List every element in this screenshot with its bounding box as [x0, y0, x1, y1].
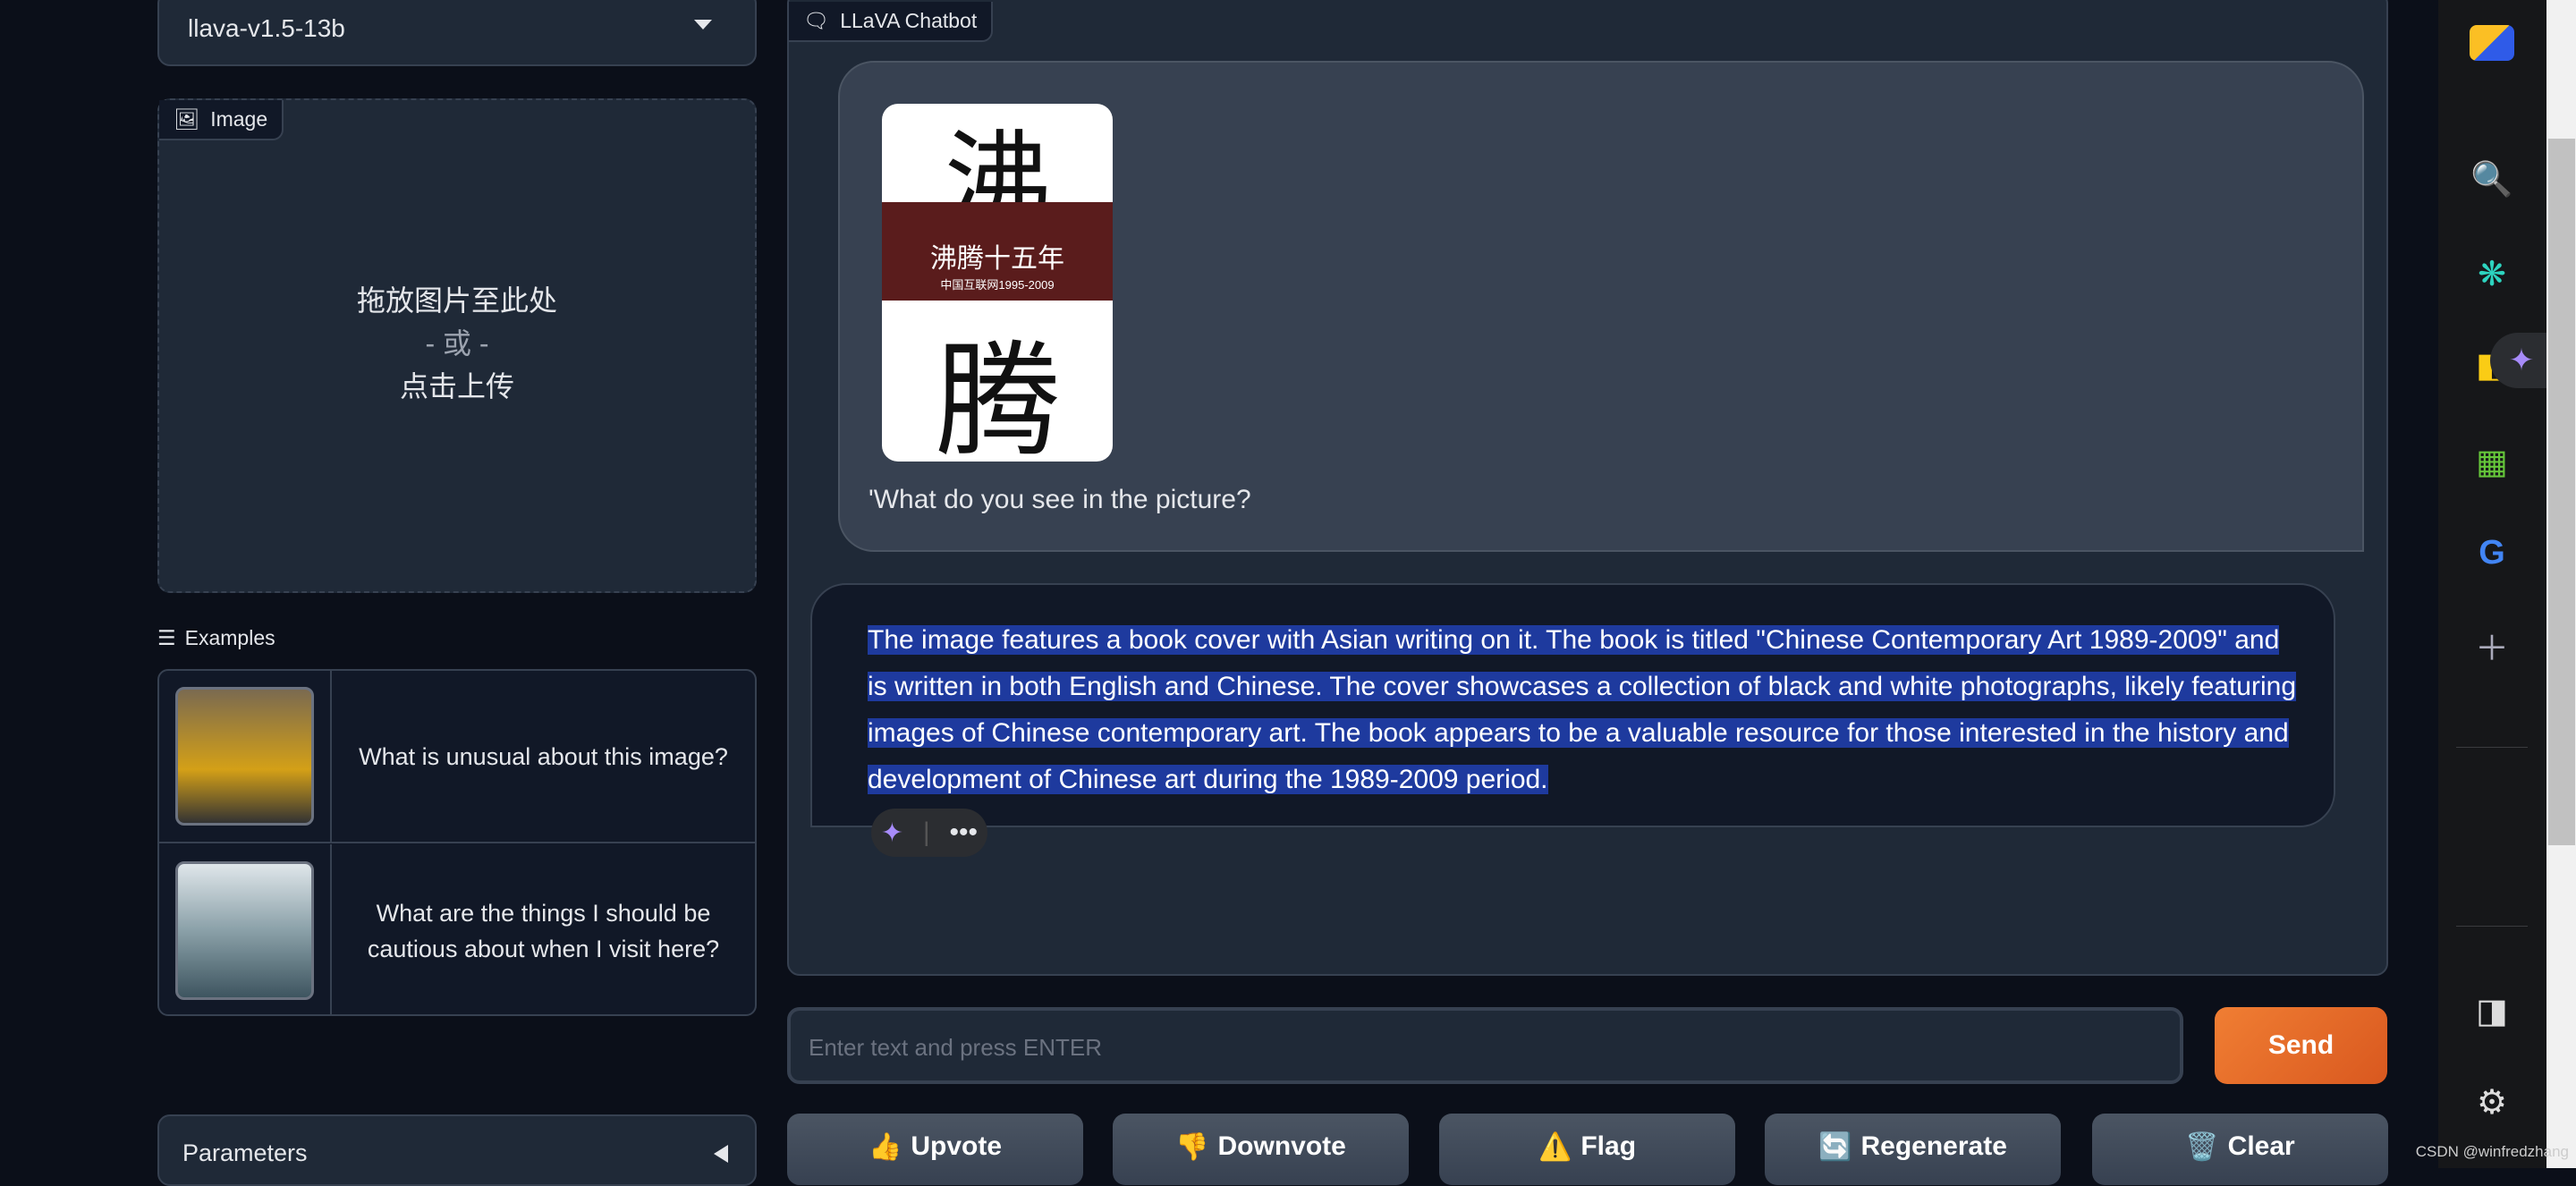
chatbot-label: 🗨 LLaVA Chatbot — [789, 2, 994, 42]
examples-table: What is unusual about this image? What a… — [157, 669, 757, 1016]
sparkle-icon[interactable]: ✦ — [881, 817, 903, 849]
refresh-icon: 🔄 — [1818, 1131, 1852, 1162]
image-label: 🖼 Image — [159, 100, 284, 140]
parameters-accordion[interactable]: Parameters — [157, 1114, 757, 1186]
flag-button[interactable]: ⚠️ Flag — [1439, 1114, 1735, 1185]
sparkle-icon[interactable]: ✦ — [2490, 333, 2553, 388]
image-upload-dropzone[interactable]: 🖼 Image 拖放图片至此处 - 或 - 点击上传 — [157, 98, 757, 593]
trash-icon: 🗑️ — [2185, 1131, 2219, 1162]
watermark: CSDN @winfredzhang — [2415, 1143, 2569, 1160]
upvote-button[interactable]: 👍 Upvote — [787, 1114, 1083, 1185]
more-icon[interactable]: ••• — [950, 817, 979, 848]
example-text: What are the things I should be cautious… — [367, 899, 720, 962]
gear-icon[interactable]: ⚙ — [2469, 1079, 2515, 1125]
example-text: What is unusual about this image? — [359, 742, 728, 770]
or-text: - 或 - — [425, 327, 489, 360]
message-input[interactable]: Enter text and press ENTER — [787, 1007, 2183, 1084]
collapse-triangle-icon — [714, 1145, 728, 1163]
apps-grid-icon[interactable]: ▦ — [2469, 438, 2515, 485]
add-icon[interactable]: ＋ — [2469, 622, 2515, 668]
selection-toolbar: ✦ | ••• — [871, 809, 987, 857]
thumbs-up-icon: 👍 — [868, 1131, 902, 1162]
app-logo-icon[interactable] — [2469, 20, 2515, 66]
example-thumbnail — [175, 861, 314, 1000]
send-button[interactable]: Send — [2215, 1007, 2387, 1084]
clear-button[interactable]: 🗑️ Clear — [2092, 1114, 2388, 1185]
model-value: llava-v1.5-13b — [188, 14, 345, 42]
assistant-message: The image features a book cover with Asi… — [810, 583, 2335, 827]
model-dropdown[interactable]: llava-v1.5-13b — [157, 0, 757, 66]
search-icon[interactable]: 🔍 — [2469, 157, 2515, 203]
warning-icon: ⚠️ — [1538, 1131, 1572, 1162]
browser-sidebar: 🔍 ❋ ◧ ▦ G ＋ ◨ ⚙ — [2438, 0, 2546, 1168]
thumbs-down-icon: 👎 — [1175, 1131, 1209, 1162]
example-thumbnail — [175, 687, 314, 826]
examples-label: ☰ Examples — [157, 626, 275, 649]
regenerate-button[interactable]: 🔄 Regenerate — [1765, 1114, 2061, 1185]
chat-icon: 🗨 — [803, 9, 830, 32]
assistant-message-text: The image features a book cover with Asi… — [868, 625, 2297, 794]
google-icon[interactable]: G — [2469, 529, 2515, 576]
click-upload-text: 点击上传 — [399, 370, 514, 402]
chevron-down-icon — [694, 20, 712, 30]
user-message-text: 'What do you see in the picture? — [869, 485, 1251, 514]
downvote-button[interactable]: 👎 Downvote — [1113, 1114, 1409, 1185]
user-message: 沸沸腾十五年 中国互联网1995-2009 腾 'What do you see i… — [838, 61, 2364, 552]
chatgpt-icon[interactable]: ❋ — [2469, 250, 2515, 297]
example-row[interactable]: What is unusual about this image? — [159, 671, 755, 843]
split-view-icon[interactable]: ◨ — [2469, 987, 2515, 1034]
uploaded-book-image: 沸沸腾十五年 中国互联网1995-2009 腾 — [882, 104, 1113, 462]
example-row[interactable]: What are the things I should be cautious… — [159, 844, 755, 1014]
list-icon: ☰ — [157, 626, 176, 649]
image-icon: 🖼 — [174, 107, 200, 131]
scrollbar[interactable] — [2546, 0, 2576, 1168]
drop-text: 拖放图片至此处 — [356, 284, 557, 317]
